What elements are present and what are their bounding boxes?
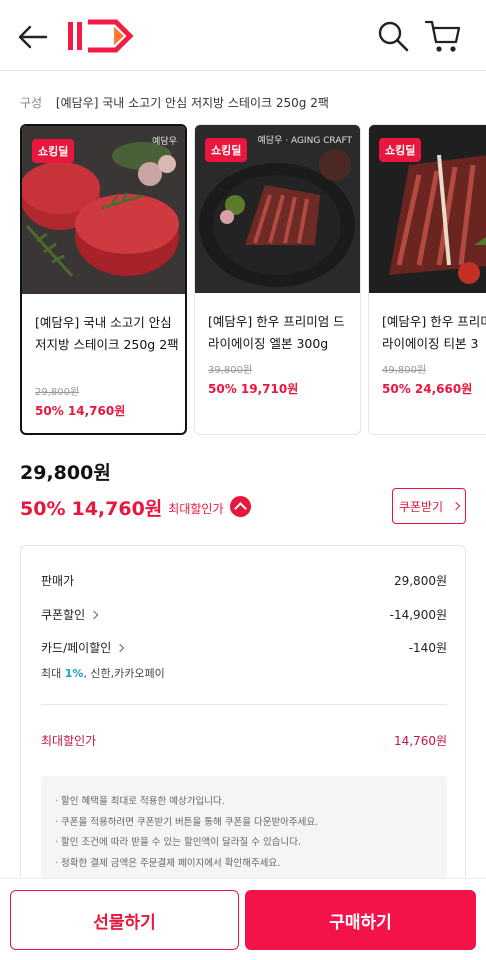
option-card[interactable]: 쇼킹딜 [예담우] 한우 프리미엄 드라이에이징 티본 3 49,800원 50… [368,124,486,435]
bottom-action-bar: 선물하기 구매하기 [0,878,486,960]
option-carousel[interactable]: 쇼킹딜 예담우 [예담우] 국내 소고기 안심 저지방 스테이크 250g 2팩… [20,124,486,436]
buy-button[interactable]: 구매하기 [245,890,476,950]
composition-line: 구성 [예담우] 국내 소고기 안심 저지방 스테이크 250g 2팩 [20,94,329,111]
discount-percent: 50% [20,498,66,520]
shocking-deal-badge: 쇼킹딜 [32,139,75,163]
divider [41,704,447,705]
shocking-deal-badge: 쇼킹딜 [205,138,248,162]
coupon-download-button[interactable]: 쿠폰받기 [392,488,466,524]
discount-price-line: 50% 14,760원 최대할인가 [20,494,251,521]
option-discount-price: 50% 24,660원 [382,382,473,396]
shocking-deal-badge: 쇼킹딜 [379,138,422,162]
option-discount-price: 50% 19,710원 [208,382,299,396]
note-item: 정확한 결제 금액은 주문결제 페이지에서 확인해주세요. [55,854,433,875]
chevron-up-icon[interactable] [229,496,251,517]
product-image: 쇼킹딜 예담우 [22,126,185,294]
composition-value: [예담우] 국내 소고기 안심 저지방 스테이크 250g 2팩 [55,96,329,110]
chevron-right-icon [116,643,125,653]
max-discount-row-label: 최대할인가 [41,734,97,748]
seller-price-label: 판매가 [41,574,75,588]
option-original-price: 39,800원 [208,365,253,376]
card-discount-value: -140원 [408,641,447,655]
card-note-prefix: 최대 [41,667,62,680]
gift-button[interactable]: 선물하기 [10,890,239,950]
chevron-right-icon [451,501,461,511]
option-name: [예담우] 국내 소고기 안심 저지방 스테이크 250g 2팩 [35,315,179,352]
coupon-button-label: 쿠폰받기 [398,499,444,514]
discount-price: 14,760원 [71,498,163,520]
note-item: 할인 혜택을 최대로 적용한 예상가입니다. [55,792,433,813]
option-original-price: 29,800원 [35,387,80,398]
search-icon[interactable] [376,19,410,53]
arrow-left-icon[interactable] [16,20,50,54]
product-image: 쇼킹딜 [369,125,486,293]
coupon-discount-row[interactable]: 쿠폰할인 -14,900원 [41,606,447,623]
coupon-discount-value: -14,900원 [389,608,447,622]
option-name: [예담우] 한우 프리미엄 드라이에이징 티본 3 [382,314,486,351]
product-image: 쇼킹딜 예담우 · AGING CRAFT [195,125,360,293]
card-note-issuers: , 신한,카카오페이 [83,667,165,680]
brand-mark: 예담우 · AGING CRAFT [257,136,352,146]
card-discount-note: 최대 1%, 신한,카카오페이 [41,665,165,681]
note-item: 할인 조건에 따라 받을 수 있는 할인액이 달라질 수 있습니다. [55,833,433,854]
chevron-right-icon [89,610,99,620]
max-discount-label: 최대할인가 [168,502,224,516]
card-discount-row[interactable]: 카드/페이할인 -140원 [41,639,447,656]
max-discount-row: 최대할인가 14,760원 [41,732,447,749]
option-original-price: 49,800원 [382,365,427,376]
discount-breakdown-panel: 판매가 29,800원 쿠폰할인 -14,900원 카드/페이할인 -140원 … [20,545,466,905]
composition-label: 구성 [20,96,43,110]
top-header [0,0,486,71]
cart-icon[interactable] [424,18,462,54]
option-card[interactable]: 쇼킹딜 예담우 [예담우] 국내 소고기 안심 저지방 스테이크 250g 2팩… [20,124,187,435]
seller-price-row: 판매가 29,800원 [41,572,447,589]
coupon-discount-label: 쿠폰할인 [41,608,86,622]
max-discount-row-value: 14,760원 [393,734,447,748]
option-discount-price: 50% 14,760원 [35,404,126,418]
brand-mark: 예담우 [152,137,177,147]
logo-mark [68,19,134,53]
seller-price-value: 29,800원 [393,574,447,588]
site-logo[interactable] [64,16,140,56]
card-note-percent: 1% [64,667,84,680]
option-name: [예담우] 한우 프리미엄 드라이에이징 엘본 300g [208,314,345,351]
original-price: 29,800원 [20,462,111,484]
note-item: 쿠폰을 적용하려면 쿠폰받기 버튼을 통해 쿠폰을 다운받아주세요. [55,813,433,834]
card-discount-label: 카드/페이할인 [41,641,112,655]
option-card[interactable]: 쇼킹딜 예담우 · AGING CRAFT [예담우] 한우 프리미엄 드라이에… [194,124,361,435]
